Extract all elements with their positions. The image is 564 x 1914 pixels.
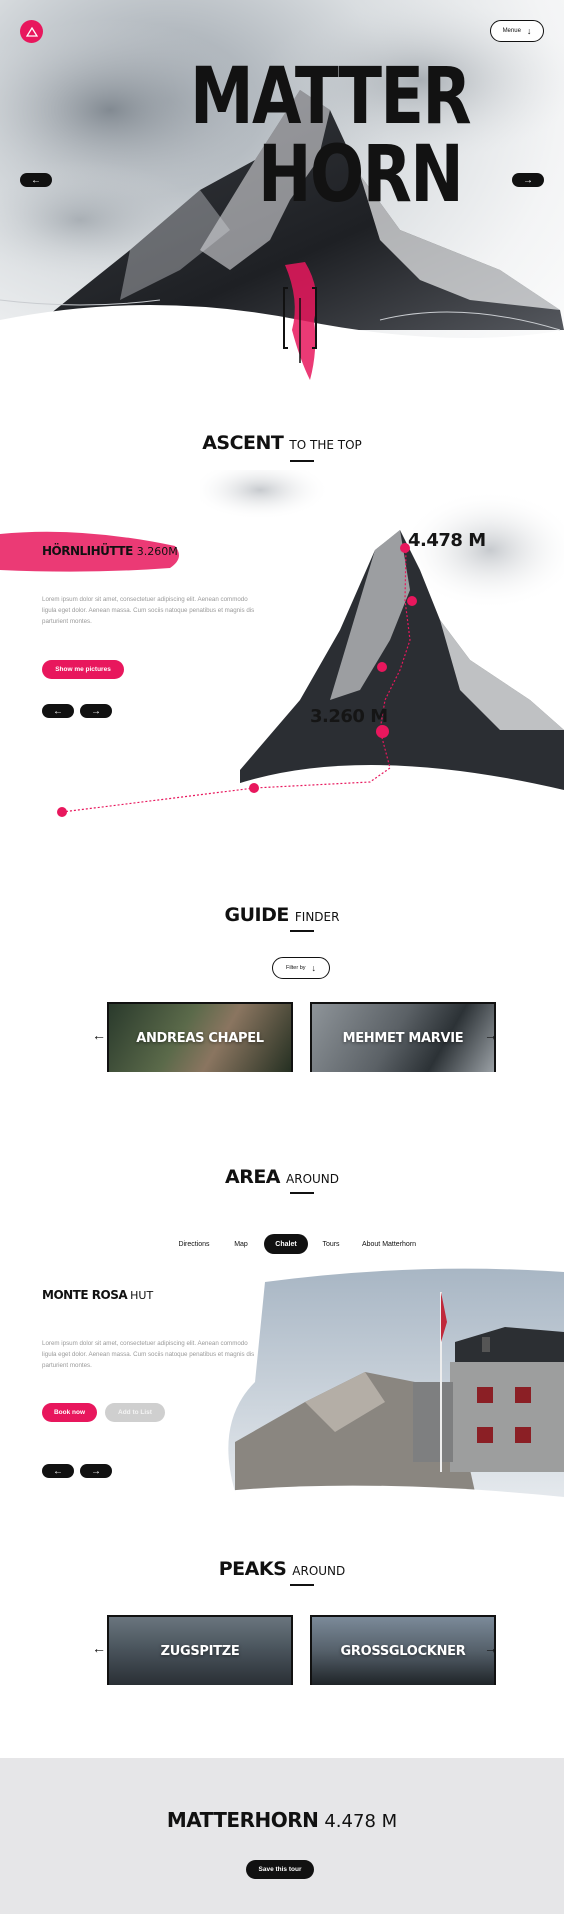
tab-chalet[interactable]: Chalet bbox=[264, 1234, 308, 1254]
guide-heading: GUIDE FINDER bbox=[0, 904, 564, 926]
place-title-bold: MONTE ROSA bbox=[42, 1288, 128, 1302]
summit-altitude: 4.478 M bbox=[408, 530, 486, 551]
route-point[interactable] bbox=[249, 783, 259, 793]
peak-card[interactable]: GROSSGLOCKNER bbox=[310, 1615, 496, 1685]
route-point[interactable] bbox=[407, 596, 417, 606]
guides-next-arrow[interactable]: → bbox=[484, 1027, 498, 1043]
route-point-start[interactable] bbox=[57, 807, 67, 817]
place-title-light: HUT bbox=[130, 1289, 154, 1302]
tab-map[interactable]: Map bbox=[228, 1234, 254, 1254]
guide-heading-light: FINDER bbox=[294, 910, 340, 924]
filter-button[interactable]: Filter by ↓ bbox=[272, 957, 330, 979]
area-next-button[interactable]: → bbox=[80, 1464, 112, 1478]
save-tour-button[interactable]: Save this tour bbox=[246, 1860, 314, 1879]
peaks-heading-bold: PEAKS bbox=[218, 1558, 287, 1580]
tab-about-matterhorn[interactable]: About Matterhorn bbox=[354, 1234, 424, 1254]
area-heading-underline bbox=[290, 1192, 314, 1194]
footer-title-light: 4.478 M bbox=[324, 1811, 398, 1832]
hero-title: MATTER HORN bbox=[190, 58, 531, 214]
guide-card[interactable]: ANDREAS CHAPEL bbox=[107, 1002, 293, 1072]
guides-prev-arrow[interactable]: ← bbox=[92, 1027, 106, 1043]
menu-label: Menue bbox=[502, 28, 521, 34]
area-tabs: Directions Map Chalet Tours About Matter… bbox=[170, 1234, 424, 1254]
scroll-indicator[interactable] bbox=[280, 268, 320, 384]
hero-next-button[interactable]: → bbox=[512, 173, 544, 187]
tab-tours[interactable]: Tours bbox=[318, 1234, 344, 1254]
ascent-heading: ASCENT TO THE TOP bbox=[0, 432, 564, 454]
hut-image bbox=[215, 1268, 564, 1502]
arrow-down-icon: ↓ bbox=[311, 963, 317, 973]
guide-heading-underline bbox=[290, 930, 314, 932]
menu-button[interactable]: Menue ↓ bbox=[490, 20, 544, 42]
ascent-heading-light: TO THE TOP bbox=[289, 438, 362, 452]
hut-altitude: 3.260 M bbox=[310, 706, 388, 727]
route-point[interactable] bbox=[377, 662, 387, 672]
ascent-heading-underline bbox=[290, 460, 314, 462]
area-heading: AREA AROUND bbox=[0, 1166, 564, 1188]
guide-card[interactable]: MEHMET MARVIE bbox=[310, 1002, 496, 1072]
peak-card[interactable]: ZUGSPITZE bbox=[107, 1615, 293, 1685]
area-heading-light: AROUND bbox=[286, 1172, 340, 1186]
add-to-list-button[interactable]: Add to List bbox=[105, 1403, 165, 1422]
guide-heading-bold: GUIDE bbox=[224, 904, 290, 926]
arrow-left-icon: ← bbox=[31, 174, 41, 186]
hero-title-line2: HORN bbox=[258, 130, 464, 220]
footer-title-bold: MATTERHORN bbox=[166, 1808, 319, 1832]
peaks-heading-light: AROUND bbox=[292, 1564, 346, 1578]
arrow-right-icon: → bbox=[91, 1465, 101, 1477]
peaks-heading: PEAKS AROUND bbox=[0, 1558, 564, 1580]
arrow-down-icon: ↓ bbox=[526, 26, 532, 36]
area-heading-bold: AREA bbox=[224, 1166, 281, 1188]
mountain-icon bbox=[25, 26, 38, 37]
area-prev-button[interactable]: ← bbox=[42, 1464, 74, 1478]
peaks-prev-arrow[interactable]: ← bbox=[92, 1640, 106, 1656]
footer-section: MATTERHORN 4.478 M Save this tour bbox=[0, 1758, 564, 1914]
area-description: Lorem ipsum dolor sit amet, consectetuer… bbox=[42, 1340, 255, 1369]
logo-button[interactable] bbox=[20, 20, 43, 43]
peak-card-name: GROSSGLOCKNER bbox=[340, 1643, 466, 1659]
tab-directions[interactable]: Directions bbox=[170, 1234, 218, 1254]
guide-card-name: MEHMET MARVIE bbox=[342, 1030, 464, 1046]
hero-title-line1: MATTER bbox=[190, 52, 472, 142]
filter-label: Filter by bbox=[285, 965, 306, 971]
peaks-next-arrow[interactable]: → bbox=[484, 1640, 498, 1656]
book-now-button[interactable]: Book now bbox=[42, 1403, 97, 1422]
hero-section: MATTER HORN Menue ↓ ← → bbox=[0, 0, 564, 400]
place-title: MONTE ROSA HUT bbox=[42, 1288, 153, 1302]
footer-title: MATTERHORN 4.478 M bbox=[0, 1808, 564, 1832]
peaks-heading-underline bbox=[290, 1584, 314, 1586]
guide-card-name: ANDREAS CHAPEL bbox=[136, 1030, 264, 1046]
ascent-heading-bold: ASCENT bbox=[202, 432, 284, 454]
peak-card-name: ZUGSPITZE bbox=[160, 1643, 240, 1659]
hero-prev-button[interactable]: ← bbox=[20, 173, 52, 187]
ascent-route bbox=[61, 547, 411, 813]
arrow-left-icon: ← bbox=[53, 1465, 63, 1477]
arrow-right-icon: → bbox=[523, 174, 533, 186]
